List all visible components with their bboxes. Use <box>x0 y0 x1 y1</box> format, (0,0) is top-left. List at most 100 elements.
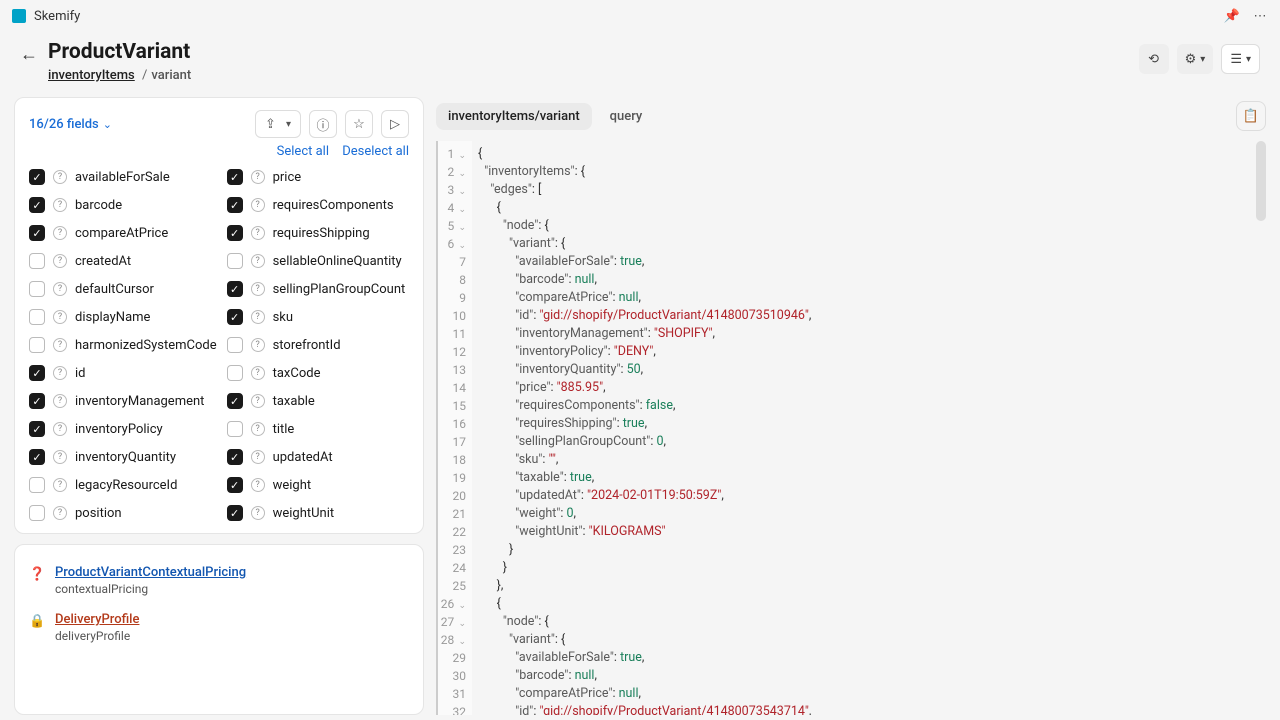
checkbox-inventoryManagement[interactable]: ✓ <box>29 393 45 409</box>
checkbox-createdAt[interactable] <box>29 253 45 269</box>
run-button[interactable]: ▷ <box>381 110 409 138</box>
checkbox-storefrontId[interactable] <box>227 337 243 353</box>
field-label: inventoryPolicy <box>75 422 163 437</box>
checkbox-weightUnit[interactable]: ✓ <box>227 505 243 521</box>
checkbox-inventoryQuantity[interactable]: ✓ <box>29 449 45 465</box>
help-icon[interactable]: ? <box>251 254 265 268</box>
settings-button[interactable]: ⚙▾ <box>1177 44 1214 74</box>
tab-query[interactable]: query <box>598 103 655 130</box>
checkbox-position[interactable] <box>29 505 45 521</box>
relation-row: ❓ProductVariantContextualPricingcontextu… <box>29 557 409 604</box>
chevron-down-icon: ▾ <box>1246 54 1251 65</box>
field-row-taxCode: ?taxCode <box>227 365 409 381</box>
field-row-legacyResourceId: ?legacyResourceId <box>29 477 217 493</box>
checkbox-id[interactable]: ✓ <box>29 365 45 381</box>
help-icon[interactable]: ? <box>251 394 265 408</box>
help-icon[interactable]: ? <box>251 198 265 212</box>
more-icon[interactable]: ⋯ <box>1252 8 1268 24</box>
field-label: sellingPlanGroupCount <box>273 282 406 297</box>
relation-link[interactable]: ProductVariantContextualPricing <box>55 565 246 580</box>
field-label: position <box>75 506 122 521</box>
star-icon: ☆ <box>353 117 365 132</box>
relation-link[interactable]: DeliveryProfile <box>55 612 139 627</box>
help-icon[interactable]: ? <box>251 478 265 492</box>
help-icon[interactable]: ? <box>251 310 265 324</box>
field-label: barcode <box>75 198 122 213</box>
field-label: defaultCursor <box>75 282 154 297</box>
field-label: requiresComponents <box>273 198 394 213</box>
filter-icon: ☰ <box>1230 52 1242 67</box>
code-editor[interactable]: 1 ⌄2 ⌄3 ⌄4 ⌄5 ⌄6 ⌄7891011121314151617181… <box>436 141 1266 715</box>
filter-button[interactable]: ☰▾ <box>1221 44 1260 74</box>
checkbox-harmonizedSystemCode[interactable] <box>29 337 45 353</box>
checkbox-barcode[interactable]: ✓ <box>29 197 45 213</box>
help-icon[interactable]: ? <box>53 198 67 212</box>
help-icon[interactable]: ? <box>251 170 265 184</box>
help-icon[interactable]: ? <box>53 338 67 352</box>
star-button[interactable]: ☆ <box>345 110 373 138</box>
help-icon[interactable]: ? <box>251 450 265 464</box>
checkbox-taxable[interactable]: ✓ <box>227 393 243 409</box>
help-icon[interactable]: ? <box>53 170 67 184</box>
relations-card: ❓ProductVariantContextualPricingcontextu… <box>14 544 424 715</box>
checkbox-availableForSale[interactable]: ✓ <box>29 169 45 185</box>
checkbox-displayName[interactable] <box>29 309 45 325</box>
help-icon[interactable]: ? <box>251 282 265 296</box>
help-icon[interactable]: ? <box>251 366 265 380</box>
refresh-button[interactable]: ⟲ <box>1139 44 1169 74</box>
checkbox-sku[interactable]: ✓ <box>227 309 243 325</box>
back-arrow-icon[interactable]: ← <box>20 44 38 65</box>
chevron-down-icon: ▾ <box>1200 54 1205 65</box>
chevron-down-icon: ⌄ <box>103 118 112 131</box>
help-icon[interactable]: ? <box>53 282 67 296</box>
help-icon[interactable]: ? <box>53 506 67 520</box>
help-icon[interactable]: ? <box>53 394 67 408</box>
checkbox-weight[interactable]: ✓ <box>227 477 243 493</box>
breadcrumb-current: variant <box>151 68 191 83</box>
field-label: requiresShipping <box>273 226 370 241</box>
field-label: sku <box>273 310 293 325</box>
help-icon[interactable]: ? <box>53 310 67 324</box>
field-label: storefrontId <box>273 338 341 353</box>
field-count-toggle[interactable]: 16/26 fields ⌄ <box>29 117 112 132</box>
tab-variant[interactable]: inventoryItems/variant <box>436 103 592 130</box>
checkbox-defaultCursor[interactable] <box>29 281 45 297</box>
copy-button[interactable]: 📋 <box>1236 101 1266 131</box>
deselect-all-link[interactable]: Deselect all <box>342 144 409 159</box>
help-icon[interactable]: ? <box>53 478 67 492</box>
field-row-taxable: ✓?taxable <box>227 393 409 409</box>
help-icon[interactable]: ? <box>53 366 67 380</box>
field-row-title: ?title <box>227 421 409 437</box>
checkbox-inventoryPolicy[interactable]: ✓ <box>29 421 45 437</box>
field-label: inventoryQuantity <box>75 450 176 465</box>
export-button[interactable]: ⇪▾ <box>255 110 301 138</box>
help-icon[interactable]: ? <box>251 226 265 240</box>
help-icon[interactable]: ? <box>53 450 67 464</box>
help-icon[interactable]: ? <box>251 506 265 520</box>
checkbox-title[interactable] <box>227 421 243 437</box>
help-icon: ❓ <box>29 567 45 583</box>
field-row-position: ? position <box>29 505 217 521</box>
checkbox-requiresComponents[interactable]: ✓ <box>227 197 243 213</box>
checkbox-sellingPlanGroupCount[interactable]: ✓ <box>227 281 243 297</box>
checkbox-requiresShipping[interactable]: ✓ <box>227 225 243 241</box>
checkbox-legacyResourceId[interactable] <box>29 477 45 493</box>
help-icon[interactable]: ? <box>53 226 67 240</box>
breadcrumb-root[interactable]: inventoryItems <box>48 68 135 83</box>
help-icon[interactable]: ? <box>53 422 67 436</box>
checkbox-sellableOnlineQuantity[interactable] <box>227 253 243 269</box>
help-icon[interactable]: ? <box>251 338 265 352</box>
info-button[interactable]: ⓘ <box>309 110 337 138</box>
pin-icon[interactable]: 📌 <box>1224 8 1240 24</box>
checkbox-price[interactable]: ✓ <box>227 169 243 185</box>
help-icon[interactable]: ? <box>53 254 67 268</box>
field-label: inventoryManagement <box>75 394 204 409</box>
scrollbar[interactable] <box>1256 141 1266 221</box>
checkbox-updatedAt[interactable]: ✓ <box>227 449 243 465</box>
field-count-label: 16/26 fields <box>29 117 99 132</box>
field-label: compareAtPrice <box>75 226 168 241</box>
help-icon[interactable]: ? <box>251 422 265 436</box>
checkbox-taxCode[interactable] <box>227 365 243 381</box>
checkbox-compareAtPrice[interactable]: ✓ <box>29 225 45 241</box>
select-all-link[interactable]: Select all <box>277 144 329 159</box>
